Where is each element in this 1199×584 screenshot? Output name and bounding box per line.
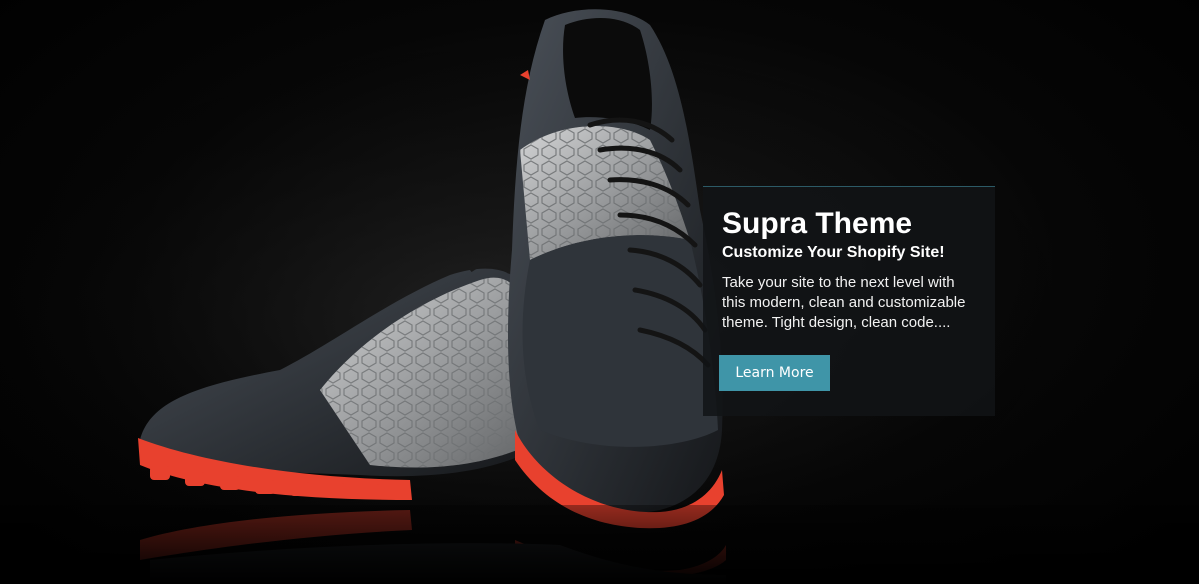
learn-more-button[interactable]: Learn More bbox=[719, 355, 830, 391]
slide-title: Supra Theme bbox=[722, 207, 913, 240]
hero-slider: Supra Theme Customize Your Shopify Site!… bbox=[0, 0, 1199, 584]
slide-caption-panel: Supra Theme Customize Your Shopify Site!… bbox=[703, 186, 995, 416]
slide-description: Take your site to the next level with th… bbox=[722, 274, 966, 331]
slide-subtitle: Customize Your Shopify Site! bbox=[722, 244, 945, 261]
soccer-cleats-image bbox=[0, 0, 1199, 584]
